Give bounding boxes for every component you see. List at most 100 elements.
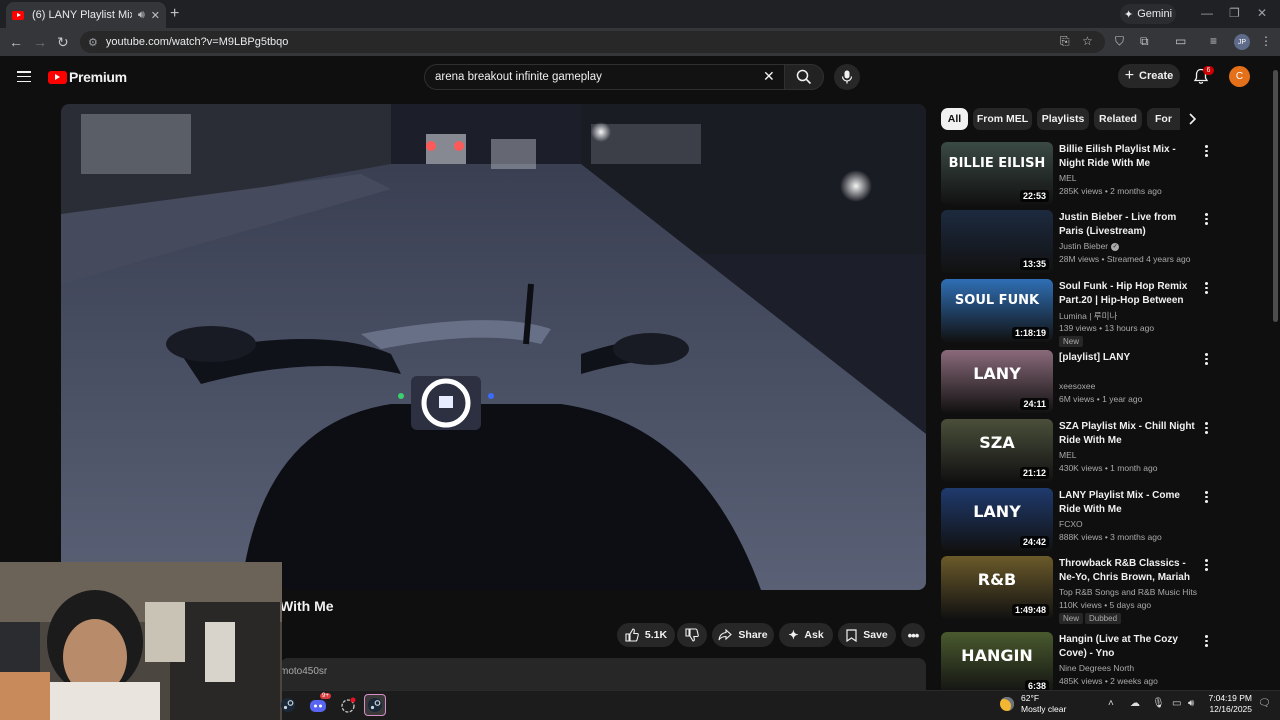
scrollbar-thumb[interactable] [1273, 70, 1278, 322]
install-app-icon[interactable]: ⎘ [1060, 34, 1070, 49]
chip-playlists[interactable]: Playlists [1037, 108, 1089, 130]
minimize-icon[interactable]: — [1201, 6, 1213, 20]
account-avatar[interactable]: C [1229, 66, 1250, 87]
reload-icon[interactable]: ↻ [57, 34, 69, 51]
speaker-icon[interactable]: 🔊︎ [138, 9, 145, 22]
tray-network-icon[interactable]: ▭ [1172, 698, 1181, 709]
recommendation-title[interactable]: LANY Playlist Mix - Come Ride With Me [1059, 489, 1196, 516]
video-thumbnail[interactable]: BILLIE EILISH 22:53 [941, 142, 1053, 205]
description-box[interactable] [280, 658, 926, 694]
more-options-icon[interactable] [1200, 490, 1212, 504]
maximize-icon[interactable]: ❐ [1229, 6, 1240, 20]
recommendation-title[interactable]: Justin Bieber - Live from Paris (Livestr… [1059, 211, 1196, 238]
recommendation-item[interactable]: R&B 1:49:48 Throwback R&B Classics - Ne-Yo… [941, 556, 1216, 624]
media-control-icon[interactable]: ≡ [1210, 34, 1217, 48]
video-thumbnail[interactable]: 13:35 [941, 210, 1053, 273]
recommendation-channel[interactable]: MEL [1059, 450, 1076, 460]
recommendation-title[interactable]: Soul Funk - Hip Hop Remix Part.20 | Hip-… [1059, 280, 1196, 307]
like-button[interactable]: 5.1K [617, 623, 675, 647]
ask-label: Ask [804, 629, 824, 641]
search-input[interactable] [435, 71, 755, 83]
hamburger-menu-icon[interactable] [17, 71, 31, 83]
tray-mic-icon[interactable]: 🎙︎ [1152, 698, 1165, 709]
dislike-button[interactable] [677, 623, 707, 647]
more-options-icon[interactable] [1200, 421, 1212, 435]
taskbar-timer-icon[interactable] [337, 694, 359, 716]
extensions-icon[interactable]: ⧉ [1140, 34, 1149, 49]
recommendation-channel[interactable]: xeesoxee [1059, 381, 1095, 391]
recommendation-title[interactable]: Throwback R&B Classics - Ne-Yo, Chris Br… [1059, 557, 1196, 584]
tray-volume-icon[interactable]: 🔊︎ [1188, 698, 1194, 709]
youtube-premium-logo[interactable]: Premium [48, 69, 127, 85]
clock-time: 7:04:19 PM [1208, 693, 1252, 703]
recommendation-title[interactable]: Billie Eilish Playlist Mix - Night Ride … [1059, 143, 1196, 170]
video-thumbnail[interactable]: LANY 24:42 [941, 488, 1053, 551]
recommendation-item[interactable]: SZA 21:12 SZA Playlist Mix - Chill Night R… [941, 419, 1216, 483]
back-icon[interactable]: ← [9, 34, 23, 50]
gemini-button[interactable]: ✦ Gemini [1120, 4, 1176, 24]
video-thumbnail[interactable]: SZA 21:12 [941, 419, 1053, 482]
search-box[interactable] [424, 64, 784, 90]
recommendation-item[interactable]: LANY 24:11 [playlist] LANY xeesoxee 6M views… [941, 350, 1216, 414]
chip-all[interactable]: All [941, 108, 968, 130]
browser-tab[interactable]: (6) LANY Playlist Mix - Chill 🔊︎ ✕ [6, 2, 166, 28]
recommendation-item[interactable]: HANGIN 6:38 Hangin (Live at The Cozy Cove)… [941, 632, 1216, 696]
clear-search-icon[interactable]: ✕ [763, 68, 775, 85]
tab-close-icon[interactable]: ✕ [151, 9, 160, 22]
video-thumbnail[interactable]: HANGIN 6:38 [941, 632, 1053, 695]
more-options-icon[interactable] [1200, 352, 1212, 366]
browser-menu-icon[interactable]: ⋮ [1260, 34, 1272, 48]
recommendation-channel[interactable]: Justin Bieber ✓ [1059, 241, 1120, 251]
more-options-icon[interactable] [1200, 558, 1212, 572]
tray-chevron-up-icon[interactable]: ˄ [1108, 698, 1114, 709]
video-thumbnail[interactable]: R&B 1:49:48 [941, 556, 1053, 619]
video-thumbnail[interactable]: LANY 24:11 [941, 350, 1053, 413]
recommendation-item[interactable]: LANY 24:42 LANY Playlist Mix - Come Ride W… [941, 488, 1216, 552]
recommendation-item[interactable]: 13:35 Justin Bieber - Live from Paris (Li… [941, 210, 1216, 274]
voice-search-button[interactable] [834, 64, 860, 90]
chips-next-button[interactable] [1180, 108, 1204, 130]
more-options-icon[interactable] [1200, 281, 1212, 295]
thumbnail-text: LANY [973, 502, 1021, 521]
recommendation-item[interactable]: BILLIE EILISH 22:53 Billie Eilish Playlist… [941, 142, 1216, 206]
ask-button[interactable]: ✦ Ask [779, 623, 833, 647]
taskbar-clock[interactable]: 7:04:19 PM 12/16/2025 [1208, 693, 1252, 715]
recommendation-channel[interactable]: Nine Degrees North [1059, 663, 1134, 673]
recommendation-channel[interactable]: Lumina | 루미나 [1059, 310, 1117, 322]
window-close-icon[interactable]: ✕ [1257, 6, 1267, 20]
recommendation-channel[interactable]: FCXO [1059, 519, 1083, 529]
recommendation-channel[interactable]: Top R&B Songs and R&B Music Hits [1059, 587, 1197, 597]
video-thumbnail[interactable]: SOUL FUNK 1:18:19 [941, 279, 1053, 342]
video-player[interactable] [61, 104, 926, 590]
weather-widget[interactable]: 62°F Mostly clear [1000, 693, 1066, 715]
forward-icon[interactable]: → [33, 34, 47, 50]
taskbar-discord-icon[interactable]: 9+ [307, 693, 331, 716]
recommendation-title[interactable]: Hangin (Live at The Cozy Cove) - Yno [1059, 633, 1196, 660]
notification-center-icon[interactable]: 🗨︎ [1258, 698, 1271, 709]
recommendation-channel[interactable]: MEL [1059, 173, 1076, 183]
more-options-icon[interactable] [1200, 144, 1212, 158]
site-info-icon[interactable]: ⚙ [88, 36, 98, 49]
search-button[interactable] [784, 64, 824, 90]
chip-related[interactable]: Related [1094, 108, 1142, 130]
tray-onedrive-icon[interactable]: ☁ [1130, 698, 1140, 709]
bookmark-star-icon[interactable]: ☆ [1082, 34, 1093, 48]
taskbar-steam-icon[interactable] [277, 694, 299, 716]
more-options-icon[interactable] [1200, 212, 1212, 226]
more-options-icon[interactable] [1200, 634, 1212, 648]
more-actions-button[interactable]: ••• [901, 623, 925, 647]
save-button[interactable]: Save [838, 623, 896, 647]
cast-icon[interactable]: ▭ [1175, 34, 1186, 48]
create-button[interactable]: + Create [1118, 64, 1180, 88]
taskbar-steam-active-icon[interactable] [364, 694, 386, 716]
recommendation-title[interactable]: [playlist] LANY [1059, 351, 1196, 365]
share-button[interactable]: Share [712, 623, 774, 647]
chip-from-mel[interactable]: From MEL [973, 108, 1032, 130]
shield-extension-icon[interactable]: ⛉ [1115, 34, 1124, 49]
address-bar[interactable]: ⚙ youtube.com/watch?v=M9LBPg5tbqo [80, 31, 1105, 53]
new-tab-button[interactable]: + [170, 5, 179, 23]
weather-moon-icon [1000, 697, 1014, 711]
recommendation-title[interactable]: SZA Playlist Mix - Chill Night Ride With… [1059, 420, 1196, 447]
browser-profile-avatar[interactable]: JP [1234, 34, 1250, 50]
recommendation-item[interactable]: SOUL FUNK 1:18:19 Soul Funk - Hip Hop Remi… [941, 279, 1216, 347]
